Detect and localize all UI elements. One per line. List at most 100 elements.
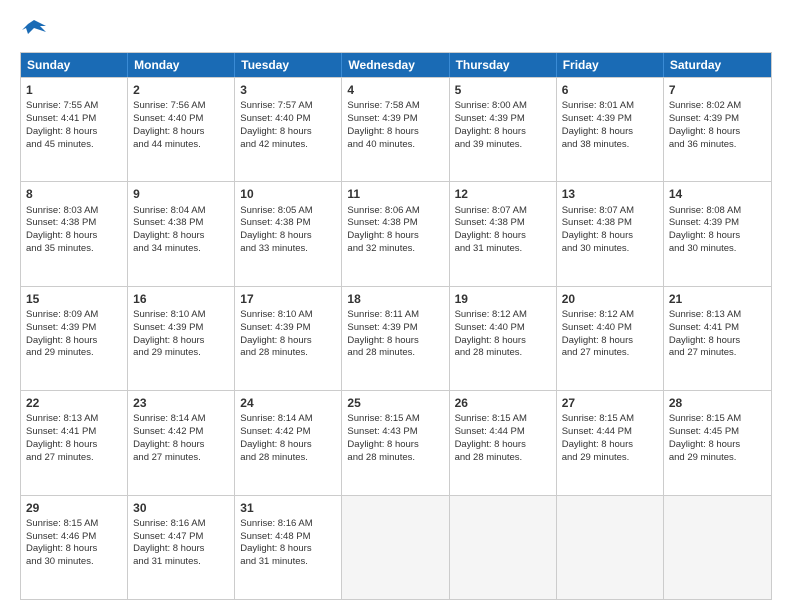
- calendar-cell: 22Sunrise: 8:13 AMSunset: 4:41 PMDayligh…: [21, 391, 128, 494]
- day-info-line: Daylight: 8 hours: [347, 126, 443, 139]
- day-info-line: Sunrise: 8:15 AM: [669, 413, 766, 426]
- day-info-line: and 30 minutes.: [669, 243, 766, 256]
- day-info-line: and 31 minutes.: [455, 243, 551, 256]
- day-info-line: and 30 minutes.: [562, 243, 658, 256]
- day-number: 3: [240, 82, 336, 98]
- day-info-line: Sunrise: 8:13 AM: [669, 309, 766, 322]
- day-info-line: Daylight: 8 hours: [133, 335, 229, 348]
- day-info-line: Daylight: 8 hours: [133, 543, 229, 556]
- calendar-cell: 13Sunrise: 8:07 AMSunset: 4:38 PMDayligh…: [557, 182, 664, 285]
- day-info-line: Sunrise: 8:07 AM: [455, 205, 551, 218]
- day-info-line: Sunset: 4:40 PM: [562, 322, 658, 335]
- logo-icon: [20, 16, 48, 44]
- day-info-line: Sunset: 4:40 PM: [240, 113, 336, 126]
- header: [20, 16, 772, 44]
- day-info-line: and 28 minutes.: [240, 452, 336, 465]
- day-info-line: Sunrise: 8:08 AM: [669, 205, 766, 218]
- day-info-line: Sunrise: 8:15 AM: [26, 518, 122, 531]
- day-info-line: Sunrise: 8:03 AM: [26, 205, 122, 218]
- day-info-line: Daylight: 8 hours: [455, 335, 551, 348]
- calendar-week-row: 1Sunrise: 7:55 AMSunset: 4:41 PMDaylight…: [21, 77, 771, 181]
- day-info-line: Daylight: 8 hours: [26, 543, 122, 556]
- day-info-line: Daylight: 8 hours: [562, 230, 658, 243]
- day-info-line: Sunrise: 8:04 AM: [133, 205, 229, 218]
- day-info-line: Sunrise: 8:11 AM: [347, 309, 443, 322]
- day-info-line: Sunrise: 8:06 AM: [347, 205, 443, 218]
- calendar-cell: 17Sunrise: 8:10 AMSunset: 4:39 PMDayligh…: [235, 287, 342, 390]
- day-number: 25: [347, 395, 443, 411]
- day-info-line: Sunrise: 8:05 AM: [240, 205, 336, 218]
- day-number: 27: [562, 395, 658, 411]
- day-info-line: Sunrise: 8:07 AM: [562, 205, 658, 218]
- day-info-line: and 28 minutes.: [347, 452, 443, 465]
- day-info-line: and 32 minutes.: [347, 243, 443, 256]
- day-info-line: Sunset: 4:38 PM: [347, 217, 443, 230]
- day-number: 30: [133, 500, 229, 516]
- calendar-week-row: 8Sunrise: 8:03 AMSunset: 4:38 PMDaylight…: [21, 181, 771, 285]
- calendar-cell: 28Sunrise: 8:15 AMSunset: 4:45 PMDayligh…: [664, 391, 771, 494]
- day-number: 2: [133, 82, 229, 98]
- day-info-line: and 33 minutes.: [240, 243, 336, 256]
- day-info-line: Daylight: 8 hours: [133, 126, 229, 139]
- day-info-line: Daylight: 8 hours: [669, 335, 766, 348]
- day-info-line: and 29 minutes.: [133, 347, 229, 360]
- day-number: 4: [347, 82, 443, 98]
- calendar-header-cell: Monday: [128, 53, 235, 77]
- day-info-line: Daylight: 8 hours: [669, 230, 766, 243]
- day-number: 29: [26, 500, 122, 516]
- calendar-cell: 25Sunrise: 8:15 AMSunset: 4:43 PMDayligh…: [342, 391, 449, 494]
- calendar-cell: 29 Sunrise: 8:15 AMSunset: 4:46 PMDayligh…: [21, 496, 128, 599]
- calendar-week-row: 15Sunrise: 8:09 AMSunset: 4:39 PMDayligh…: [21, 286, 771, 390]
- calendar-cell: 23Sunrise: 8:14 AMSunset: 4:42 PMDayligh…: [128, 391, 235, 494]
- calendar-cell: 1Sunrise: 7:55 AMSunset: 4:41 PMDaylight…: [21, 78, 128, 181]
- calendar-cell: 16Sunrise: 8:10 AMSunset: 4:39 PMDayligh…: [128, 287, 235, 390]
- day-info-line: Sunrise: 8:12 AM: [562, 309, 658, 322]
- day-info-line: Sunset: 4:41 PM: [669, 322, 766, 335]
- day-number: 18: [347, 291, 443, 307]
- day-info-line: Sunset: 4:46 PM: [26, 531, 122, 544]
- day-info-line: Sunrise: 8:01 AM: [562, 100, 658, 113]
- day-info-line: and 40 minutes.: [347, 139, 443, 152]
- day-info-line: Sunset: 4:38 PM: [240, 217, 336, 230]
- day-info-line: Daylight: 8 hours: [455, 230, 551, 243]
- day-info-line: Sunrise: 8:14 AM: [133, 413, 229, 426]
- day-info-line: Daylight: 8 hours: [562, 439, 658, 452]
- day-info-line: Daylight: 8 hours: [240, 439, 336, 452]
- calendar-cell: 19Sunrise: 8:12 AMSunset: 4:40 PMDayligh…: [450, 287, 557, 390]
- day-info-line: Daylight: 8 hours: [133, 439, 229, 452]
- day-number: 12: [455, 186, 551, 202]
- calendar-week-row: 29Sunrise: 8:15 AMSunset: 4:46 PMDayligh…: [21, 495, 771, 599]
- calendar-header-cell: Wednesday: [342, 53, 449, 77]
- day-number: 5: [455, 82, 551, 98]
- day-number: 26: [455, 395, 551, 411]
- day-number: 15: [26, 291, 122, 307]
- day-number: 13: [562, 186, 658, 202]
- day-info-line: Sunset: 4:39 PM: [347, 113, 443, 126]
- day-info-line: Sunrise: 8:14 AM: [240, 413, 336, 426]
- day-number: 22: [26, 395, 122, 411]
- calendar-cell: 24Sunrise: 8:14 AMSunset: 4:42 PMDayligh…: [235, 391, 342, 494]
- day-info-line: Sunrise: 7:55 AM: [26, 100, 122, 113]
- day-info-line: and 35 minutes.: [26, 243, 122, 256]
- day-info-line: Daylight: 8 hours: [347, 439, 443, 452]
- calendar-cell-empty: [557, 496, 664, 599]
- day-info-line: Sunrise: 8:10 AM: [133, 309, 229, 322]
- day-number: 31: [240, 500, 336, 516]
- calendar-cell-empty: [664, 496, 771, 599]
- calendar-cell: 8Sunrise: 8:03 AMSunset: 4:38 PMDaylight…: [21, 182, 128, 285]
- day-info-line: and 44 minutes.: [133, 139, 229, 152]
- day-info-line: and 27 minutes.: [669, 347, 766, 360]
- day-info-line: Sunset: 4:38 PM: [133, 217, 229, 230]
- calendar-header-row: SundayMondayTuesdayWednesdayThursdayFrid…: [21, 53, 771, 77]
- calendar-cell: 7Sunrise: 8:02 AMSunset: 4:39 PMDaylight…: [664, 78, 771, 181]
- day-info-line: and 28 minutes.: [455, 452, 551, 465]
- calendar-cell: 20Sunrise: 8:12 AMSunset: 4:40 PMDayligh…: [557, 287, 664, 390]
- day-info-line: Daylight: 8 hours: [240, 126, 336, 139]
- day-info-line: Sunset: 4:44 PM: [562, 426, 658, 439]
- day-info-line: Sunrise: 8:15 AM: [562, 413, 658, 426]
- day-info-line: Daylight: 8 hours: [26, 126, 122, 139]
- day-info-line: Sunset: 4:41 PM: [26, 113, 122, 126]
- day-number: 17: [240, 291, 336, 307]
- day-info-line: and 27 minutes.: [562, 347, 658, 360]
- day-info-line: Sunset: 4:39 PM: [562, 113, 658, 126]
